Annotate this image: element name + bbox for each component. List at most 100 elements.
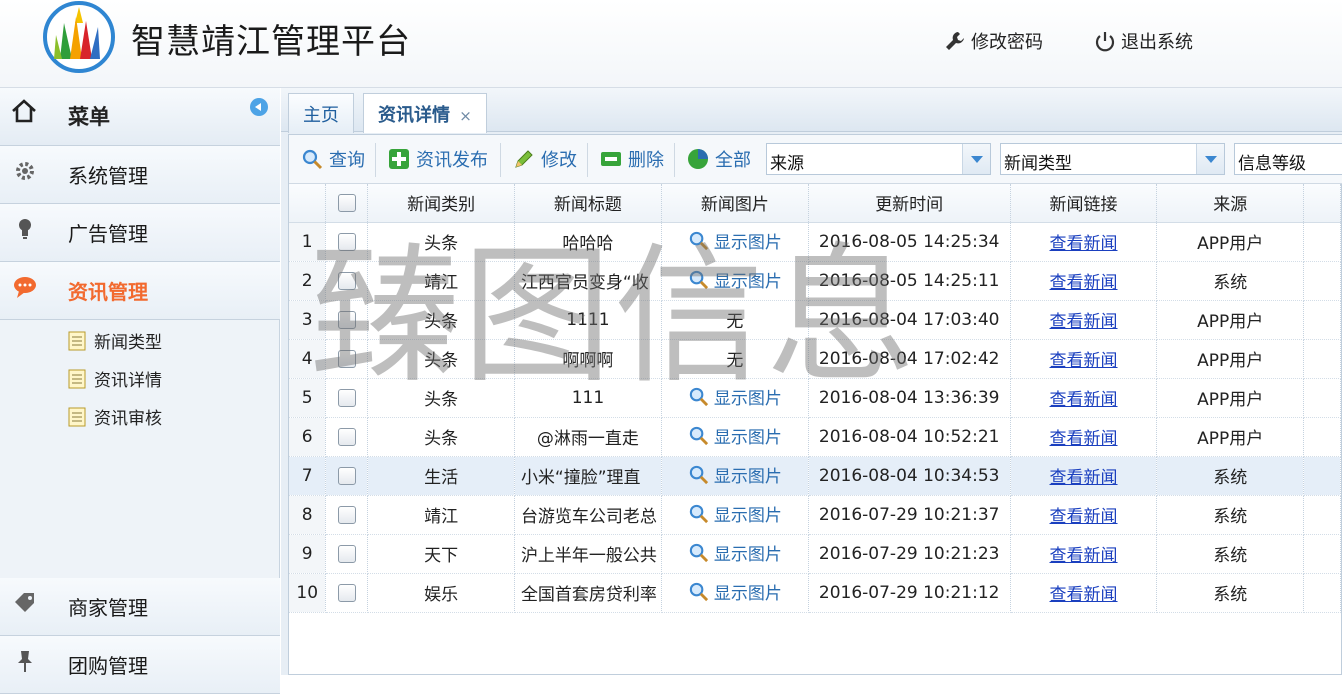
view-news-link[interactable]: 查看新闻 xyxy=(1050,312,1118,332)
all-button[interactable]: 全部 xyxy=(687,146,751,172)
source-cell: 系统 xyxy=(1156,534,1305,574)
title-cell: 全国首套房贷利率 xyxy=(514,573,662,613)
delete-button[interactable]: 删除 xyxy=(600,146,664,172)
extra-cell xyxy=(1303,300,1341,340)
no-image-text: 无 xyxy=(726,312,744,332)
source-cell: 系统 xyxy=(1156,573,1305,613)
view-news-link[interactable]: 查看新闻 xyxy=(1050,273,1118,293)
edit-label: 修改 xyxy=(541,150,577,171)
logout-button[interactable]: 退出系统 xyxy=(1094,28,1193,54)
time-cell: 2016-08-04 17:03:40 xyxy=(808,300,1011,340)
row-checkbox[interactable] xyxy=(337,232,356,251)
column-header[interactable]: 来源 xyxy=(1156,184,1305,223)
column-header[interactable]: 新闻标题 xyxy=(514,184,662,223)
view-news-link[interactable]: 查看新闻 xyxy=(1050,390,1118,410)
column-header[interactable]: 更新时间 xyxy=(808,184,1011,223)
show-image-link[interactable]: 显示图片 xyxy=(688,579,782,604)
sidebar-item-merchant[interactable]: 商家管理 xyxy=(0,578,280,636)
title-cell: 小米“撞脸”理直 xyxy=(514,456,662,496)
change-password-button[interactable]: 修改密码 xyxy=(944,28,1043,54)
table-row[interactable]: 9 天下 沪上半年一般公共 显示图片 2016-07-29 10:21:23 查看新闻 系统 xyxy=(289,534,1341,574)
all-label: 全部 xyxy=(715,150,751,171)
show-image-link[interactable]: 显示图片 xyxy=(688,501,782,526)
delete-label: 删除 xyxy=(628,150,664,171)
show-image-link[interactable]: 显示图片 xyxy=(688,423,782,448)
select-all-checkbox[interactable] xyxy=(337,193,356,212)
link-cell: 查看新闻 xyxy=(1010,222,1158,262)
row-checkbox[interactable] xyxy=(337,427,356,446)
extra-cell xyxy=(1303,339,1341,379)
info-level-select[interactable]: 信息等级 xyxy=(1234,143,1342,175)
row-checkbox[interactable] xyxy=(337,310,356,329)
view-news-link[interactable]: 查看新闻 xyxy=(1050,546,1118,566)
title-cell: 1111 xyxy=(514,300,662,340)
chevron-down-icon[interactable] xyxy=(1196,144,1224,174)
news-type-select[interactable]: 新闻类型 xyxy=(1000,143,1225,175)
show-image-link[interactable]: 显示图片 xyxy=(688,540,782,565)
link-cell: 查看新闻 xyxy=(1010,573,1158,613)
extra-cell xyxy=(1303,261,1341,301)
image-cell: 显示图片 xyxy=(661,456,809,496)
row-select-cell xyxy=(325,222,369,262)
edit-button[interactable]: 修改 xyxy=(513,146,577,172)
row-checkbox[interactable] xyxy=(337,583,356,602)
source-select[interactable]: 来源 xyxy=(766,143,991,175)
view-news-link[interactable]: 查看新闻 xyxy=(1050,351,1118,371)
row-checkbox[interactable] xyxy=(337,388,356,407)
row-checkbox[interactable] xyxy=(337,271,356,290)
link-cell: 查看新闻 xyxy=(1010,261,1158,301)
table-row[interactable]: 6 头条 @淋雨一直走 显示图片 2016-08-04 10:52:21 查看新闻 APP用… xyxy=(289,417,1341,457)
app-header: 智慧靖江管理平台 修改密码 退出系统 xyxy=(0,0,1342,88)
subitem-news-review[interactable]: 资讯审核 xyxy=(68,404,162,429)
table-row[interactable]: 7 生活 小米“撞脸”理直 显示图片 2016-08-04 10:34:53 查看新闻 系统 xyxy=(289,456,1341,496)
show-image-label: 显示图片 xyxy=(713,583,782,604)
column-header[interactable]: 新闻类别 xyxy=(367,184,515,223)
collapse-sidebar-button[interactable] xyxy=(250,98,268,116)
subitem-news-type[interactable]: 新闻类型 xyxy=(68,328,162,353)
query-button[interactable]: 查询 xyxy=(301,146,365,172)
view-news-link[interactable]: 查看新闻 xyxy=(1050,468,1118,488)
tab-label: 主页 xyxy=(303,105,339,126)
show-image-link[interactable]: 显示图片 xyxy=(688,462,782,487)
sidebar-item-news[interactable]: 资讯管理 xyxy=(0,262,280,320)
table-row[interactable]: 3 头条 1111 无 2016-08-04 17:03:40 查看新闻 APP用户 xyxy=(289,300,1341,340)
row-number: 2 xyxy=(289,261,327,301)
link-cell: 查看新闻 xyxy=(1010,300,1158,340)
title-cell: 沪上半年一般公共 xyxy=(514,534,662,574)
sidebar-item-ads[interactable]: 广告管理 xyxy=(0,204,280,262)
tab-home[interactable]: 主页 xyxy=(288,93,354,133)
sidebar-item-system[interactable]: 系统管理 xyxy=(0,146,280,204)
row-checkbox[interactable] xyxy=(337,349,356,368)
table-row[interactable]: 8 靖江 台游览车公司老总 显示图片 2016-07-29 10:21:37 查看新闻 系统 xyxy=(289,495,1341,535)
column-header[interactable]: 新闻图片 xyxy=(661,184,809,223)
column-header[interactable]: 新闻链接 xyxy=(1010,184,1158,223)
row-checkbox[interactable] xyxy=(337,544,356,563)
table-row[interactable]: 5 头条 111 显示图片 2016-08-04 13:36:39 查看新闻 APP用户 xyxy=(289,378,1341,418)
chevron-down-icon[interactable] xyxy=(962,144,990,174)
table-row[interactable]: 2 靖江 江西官员变身“收 显示图片 2016-08-05 14:25:11 查看新闻 系统 xyxy=(289,261,1341,301)
time-cell: 2016-07-29 10:21:23 xyxy=(808,534,1011,574)
table-row[interactable]: 10 娱乐 全国首套房贷利率 显示图片 2016-07-29 10:21:12 查看新闻 系… xyxy=(289,573,1341,613)
view-news-link[interactable]: 查看新闻 xyxy=(1050,429,1118,449)
source-cell: APP用户 xyxy=(1156,339,1305,379)
table-row[interactable]: 1 头条 哈哈哈 显示图片 2016-08-05 14:25:34 查看新闻 APP用户 xyxy=(289,222,1341,262)
publish-button[interactable]: 资讯发布 xyxy=(388,146,488,172)
tab-news-detail[interactable]: 资讯详情 × xyxy=(363,93,487,133)
show-image-link[interactable]: 显示图片 xyxy=(688,267,782,292)
subitem-news-detail[interactable]: 资讯详情 xyxy=(68,366,162,391)
view-news-link[interactable]: 查看新闻 xyxy=(1050,507,1118,527)
view-news-link[interactable]: 查看新闻 xyxy=(1050,585,1118,605)
view-news-link[interactable]: 查看新闻 xyxy=(1050,234,1118,254)
row-checkbox[interactable] xyxy=(337,505,356,524)
source-cell: 系统 xyxy=(1156,456,1305,496)
row-number: 7 xyxy=(289,456,327,496)
table-row[interactable]: 4 头条 啊啊啊 无 2016-08-04 17:02:42 查看新闻 APP用户 xyxy=(289,339,1341,379)
category-cell: 靖江 xyxy=(367,495,515,535)
no-image-text: 无 xyxy=(726,351,744,371)
sidebar-item-groupbuy[interactable]: 团购管理 xyxy=(0,636,280,694)
menu-header: 菜单 xyxy=(0,88,280,146)
show-image-link[interactable]: 显示图片 xyxy=(688,228,782,253)
close-icon[interactable]: × xyxy=(459,107,472,125)
show-image-link[interactable]: 显示图片 xyxy=(688,384,782,409)
row-checkbox[interactable] xyxy=(337,466,356,485)
